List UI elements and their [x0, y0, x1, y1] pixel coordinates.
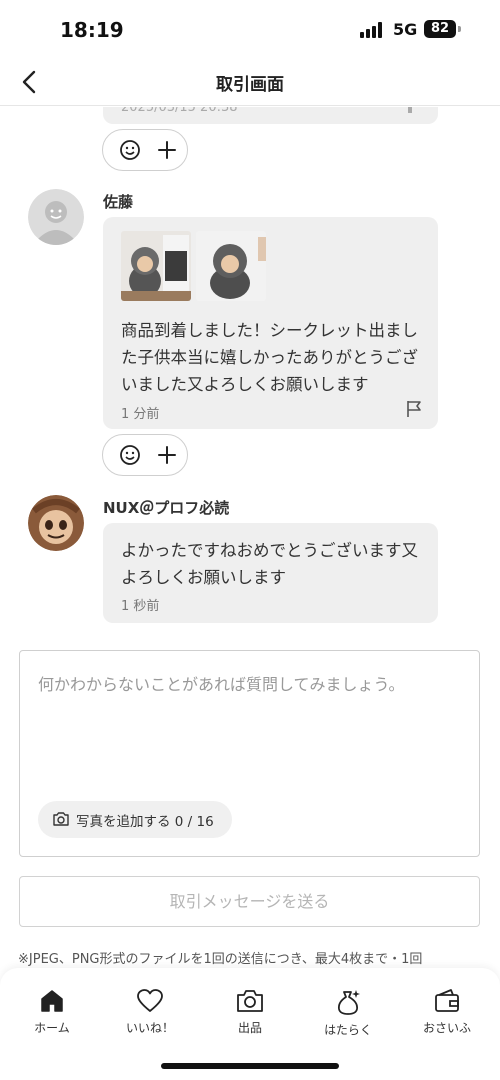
send-message-button[interactable]: 取引メッセージを送る: [19, 876, 480, 927]
tab-label: いいね！: [125, 1021, 174, 1035]
network-type: 5G: [393, 20, 418, 39]
message-list[interactable]: 2025/03/15 20:38 佐藤 商品到着しました！シークレット出ました子…: [0, 107, 500, 637]
wallet-icon: [435, 989, 459, 1012]
message-timestamp: 2025/03/15 20:38: [121, 107, 238, 115]
add-reaction-button[interactable]: [102, 434, 188, 476]
heart-icon: [137, 989, 163, 1012]
tab-label: はたらく: [324, 1023, 372, 1037]
camera-icon: [237, 990, 263, 1012]
default-user-avatar-icon: [28, 189, 84, 245]
message-time: 1 秒前: [121, 599, 160, 614]
avatar[interactable]: [28, 495, 84, 551]
smile-icon: [120, 140, 140, 160]
message-text: 商品到着しました！シークレット出ました子供本当に嬉しかったありがとうございました…: [121, 321, 418, 394]
tab-sell[interactable]: 出品: [200, 988, 300, 1048]
message-bubble: よかったですねおめでとうございます又よろしくお願いします 1 秒前: [103, 523, 438, 623]
plus-icon: [158, 141, 176, 159]
tab-label: おさいふ: [422, 1021, 471, 1035]
signal-icon: [360, 22, 384, 38]
add-photo-label: 写真を追加する 0 / 16: [76, 814, 214, 830]
home-icon: [41, 990, 63, 1012]
message-input-placeholder: 何かわからないことがあれば質問してみましょう。: [38, 675, 405, 694]
page-title: 取引画面: [216, 75, 284, 95]
avatar[interactable]: [28, 189, 84, 245]
tab-likes[interactable]: いいね！: [100, 988, 200, 1048]
status-bar: 18:19 5G 82: [0, 0, 500, 60]
smile-icon: [120, 445, 140, 465]
tab-wallet[interactable]: おさいふ: [397, 988, 497, 1048]
file-upload-notice: ※JPEG、PNG形式のファイルを1回の送信につき、最大4枚まで・1回: [18, 952, 423, 967]
photo-count: 0 / 16: [174, 814, 214, 830]
tab-home[interactable]: ホーム: [2, 988, 102, 1048]
message-text: よかったですねおめでとうございます又よろしくお願いします: [121, 541, 418, 587]
status-time: 18:19: [60, 18, 124, 42]
app-header: 取引画面: [0, 60, 500, 106]
tab-label: 出品: [237, 1021, 262, 1035]
plus-icon: [158, 446, 176, 464]
add-reaction-button[interactable]: [102, 129, 188, 171]
tab-work[interactable]: はたらく: [298, 988, 398, 1048]
sender-name: NUX＠プロフ必読: [103, 499, 230, 517]
camera-icon: [53, 812, 69, 826]
add-photo-button[interactable]: 写真を追加する 0 / 16: [38, 801, 232, 838]
money-bag-icon: [337, 990, 360, 1015]
battery-icon: 82: [424, 20, 456, 38]
tab-label: ホーム: [34, 1021, 70, 1035]
message-time: 1 分前: [121, 407, 160, 422]
message-bubble-previous: 2025/03/15 20:38: [103, 107, 438, 124]
message-bubble: 商品到着しました！シークレット出ました子供本当に嬉しかったありがとうございました…: [103, 217, 438, 429]
sender-name: 佐藤: [103, 193, 134, 211]
product-photo-1[interactable]: [121, 231, 191, 301]
message-input[interactable]: 何かわからないことがあれば質問してみましょう。 写真を追加する 0 / 16: [19, 650, 480, 857]
product-photo-2[interactable]: [196, 231, 266, 301]
battery-nub: [458, 26, 461, 32]
flag-icon[interactable]: [404, 399, 424, 419]
flag-icon[interactable]: [408, 107, 412, 113]
home-indicator: [161, 1063, 339, 1069]
labubu-avatar-icon: [28, 495, 84, 551]
